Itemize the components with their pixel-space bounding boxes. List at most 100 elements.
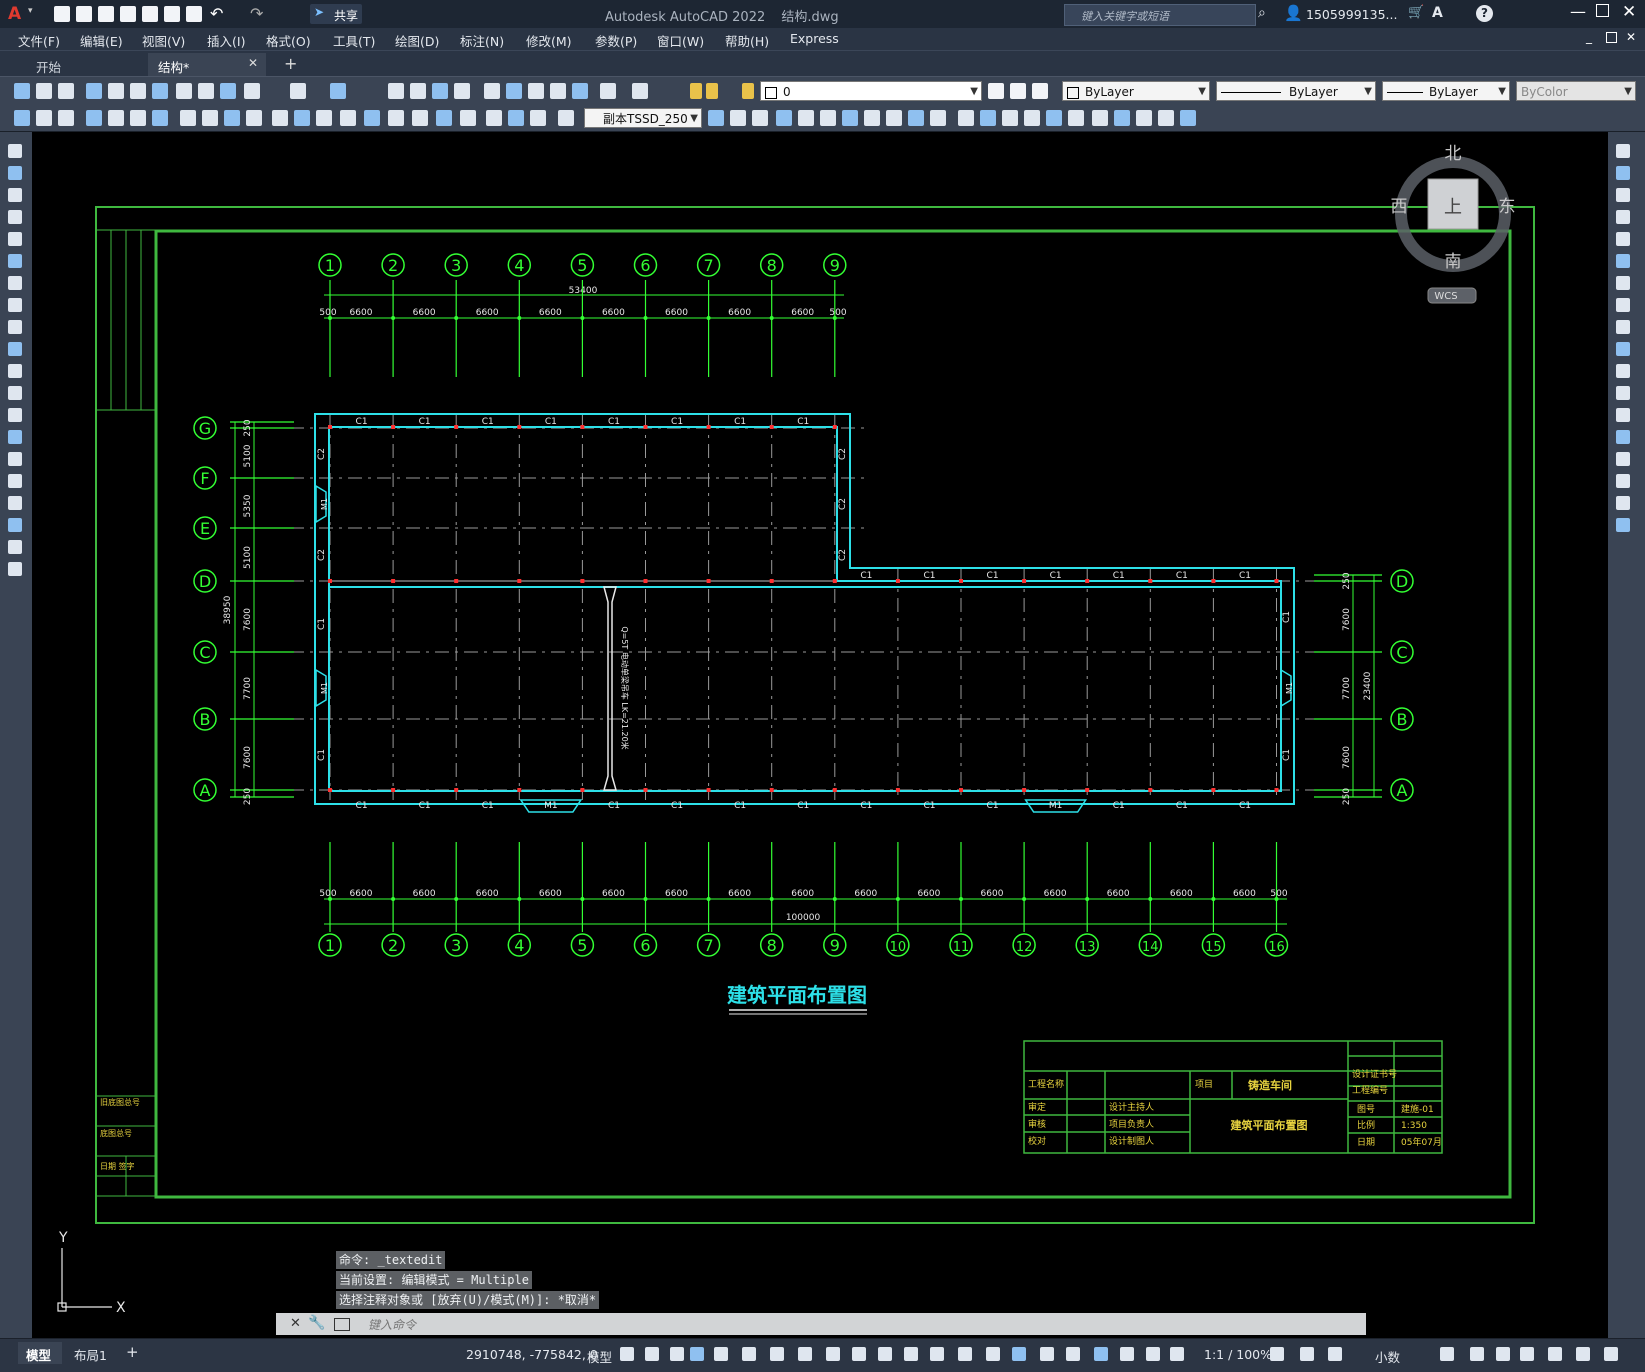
command-close-icon[interactable]: ✕ bbox=[290, 1316, 301, 1331]
plotstyle-dropdown[interactable]: ByColor ▼ bbox=[1516, 81, 1636, 101]
draw-tool-icon-7[interactable] bbox=[8, 276, 22, 290]
doc-restore-icon[interactable] bbox=[1606, 32, 1617, 43]
draw-tool-icon-9[interactable] bbox=[8, 320, 22, 334]
viewcube-east[interactable]: 东 bbox=[1499, 197, 1516, 217]
dimension-tool-icon-2[interactable] bbox=[36, 110, 52, 126]
menu-dimension[interactable]: 标注(N) bbox=[460, 31, 504, 50]
status-toggle-icon-24[interactable] bbox=[1300, 1347, 1314, 1361]
draw-tool-icon-4[interactable] bbox=[8, 210, 22, 224]
command-line[interactable]: ✕ 🔧 键入命令 bbox=[276, 1313, 1366, 1335]
modify-tool-icon-6[interactable] bbox=[1616, 254, 1630, 268]
minimize-icon[interactable]: — bbox=[1570, 2, 1586, 21]
dimension-tool-icon-3[interactable] bbox=[58, 110, 74, 126]
cart-icon[interactable]: 🛒 bbox=[1408, 5, 1424, 20]
status-toggle-icon-5[interactable] bbox=[714, 1347, 728, 1361]
standard-tool-icon-3[interactable] bbox=[58, 83, 74, 99]
user-name[interactable]: 1505999135... bbox=[1306, 7, 1397, 22]
status-toggle-icon-30[interactable] bbox=[1548, 1347, 1562, 1361]
modify-tool-icon-18[interactable] bbox=[1616, 518, 1630, 532]
standard-tool-icon-20[interactable] bbox=[528, 83, 544, 99]
status-toggle-icon-17[interactable] bbox=[1040, 1347, 1054, 1361]
dimension-tool-icon-11[interactable] bbox=[246, 110, 262, 126]
status-toggle-icon-9[interactable] bbox=[826, 1347, 840, 1361]
modify-tool-icon-12[interactable] bbox=[1616, 386, 1630, 400]
dimension-tool-icon-34[interactable] bbox=[908, 110, 924, 126]
dimension-tool-icon-15[interactable] bbox=[340, 110, 356, 126]
modify-tool-icon-3[interactable] bbox=[1616, 188, 1630, 202]
status-toggle-icon-2[interactable] bbox=[645, 1347, 659, 1361]
save-icon[interactable] bbox=[98, 6, 114, 22]
menu-insert[interactable]: 插入(I) bbox=[207, 31, 245, 50]
dimension-tool-icon-22[interactable] bbox=[508, 110, 524, 126]
menu-edit[interactable]: 编辑(E) bbox=[80, 31, 123, 50]
dimension-tool-icon-19[interactable] bbox=[436, 110, 452, 126]
undo-icon[interactable]: ↶ bbox=[210, 6, 226, 22]
dimension-tool-icon-21[interactable] bbox=[486, 110, 502, 126]
draw-tool-icon-8[interactable] bbox=[8, 298, 22, 312]
standard-tool-icon-9[interactable] bbox=[198, 83, 214, 99]
dimension-tool-icon-44[interactable] bbox=[1136, 110, 1152, 126]
save-web-icon[interactable] bbox=[164, 6, 180, 22]
layer-sun-icon[interactable] bbox=[706, 83, 718, 99]
viewcube-north[interactable]: 北 bbox=[1445, 144, 1462, 164]
status-toggle-icon-15[interactable] bbox=[986, 1347, 1000, 1361]
dimension-tool-icon-37[interactable] bbox=[980, 110, 996, 126]
tab-close-icon[interactable]: ✕ bbox=[248, 56, 258, 70]
open-file-icon[interactable] bbox=[76, 6, 92, 22]
dimension-tool-icon-32[interactable] bbox=[864, 110, 880, 126]
standard-tool-icon-12[interactable] bbox=[290, 83, 306, 99]
modify-tool-icon-14[interactable] bbox=[1616, 430, 1630, 444]
standard-tool-icon-24[interactable] bbox=[632, 83, 648, 99]
draw-tool-icon-2[interactable] bbox=[8, 166, 22, 180]
modify-tool-icon-7[interactable] bbox=[1616, 276, 1630, 290]
redo-icon[interactable]: ↷ bbox=[250, 6, 266, 22]
status-toggle-icon-32[interactable] bbox=[1604, 1347, 1618, 1361]
standard-tool-icon-21[interactable] bbox=[550, 83, 566, 99]
dimension-tool-icon-38[interactable] bbox=[1002, 110, 1018, 126]
modify-tool-icon-9[interactable] bbox=[1616, 320, 1630, 334]
model-space-toggle[interactable]: 模型 bbox=[587, 1347, 612, 1366]
menu-format[interactable]: 格式(O) bbox=[266, 31, 311, 50]
menu-express[interactable]: Express bbox=[790, 31, 839, 46]
draw-tool-icon-11[interactable] bbox=[8, 364, 22, 378]
autodesk-a-icon[interactable]: A bbox=[1432, 5, 1443, 21]
layer-dropdown[interactable]: 0 ▼ bbox=[760, 81, 982, 101]
layer-lock-icon[interactable] bbox=[742, 83, 754, 99]
add-layout-icon[interactable]: + bbox=[126, 1343, 139, 1361]
standard-tool-icon-23[interactable] bbox=[600, 83, 616, 99]
status-toggle-icon-28[interactable] bbox=[1496, 1347, 1510, 1361]
dimension-tool-icon-25[interactable] bbox=[708, 110, 724, 126]
standard-tool-icon-7[interactable] bbox=[152, 83, 168, 99]
status-toggle-icon-16[interactable] bbox=[1012, 1347, 1026, 1361]
standard-tool-icon-18[interactable] bbox=[484, 83, 500, 99]
search-box[interactable]: 键入关键字或短语 bbox=[1064, 4, 1256, 26]
dimension-tool-icon-45[interactable] bbox=[1158, 110, 1174, 126]
draw-tool-icon-13[interactable] bbox=[8, 408, 22, 422]
draw-tool-icon-3[interactable] bbox=[8, 188, 22, 202]
status-toggle-icon-29[interactable] bbox=[1520, 1347, 1534, 1361]
draw-tool-icon-15[interactable] bbox=[8, 452, 22, 466]
menu-parametric[interactable]: 参数(P) bbox=[595, 31, 637, 50]
plot-icon[interactable] bbox=[186, 6, 202, 22]
dimension-tool-icon-36[interactable] bbox=[958, 110, 974, 126]
status-toggle-icon-18[interactable] bbox=[1066, 1347, 1080, 1361]
status-toggle-icon-10[interactable] bbox=[852, 1347, 866, 1361]
standard-tool-icon-11[interactable] bbox=[244, 83, 260, 99]
new-file-icon[interactable] bbox=[54, 6, 70, 22]
dimension-tool-icon-27[interactable] bbox=[752, 110, 768, 126]
status-toggle-icon-27[interactable] bbox=[1470, 1347, 1484, 1361]
layer-bulb-icon[interactable] bbox=[690, 83, 702, 99]
dimension-tool-icon-12[interactable] bbox=[272, 110, 288, 126]
status-toggle-icon-14[interactable] bbox=[958, 1347, 972, 1361]
textstyle-dropdown[interactable]: 副本TSSD_250 ▼ bbox=[584, 108, 702, 128]
viewcube[interactable]: 上 北 南 东 西 WCS bbox=[1391, 144, 1516, 304]
dimension-tool-icon-20[interactable] bbox=[460, 110, 476, 126]
menu-file[interactable]: 文件(F) bbox=[18, 31, 60, 50]
tab-start[interactable]: 开始 bbox=[16, 53, 146, 75]
modify-tool-icon-10[interactable] bbox=[1616, 342, 1630, 356]
dimension-tool-icon-7[interactable] bbox=[152, 110, 168, 126]
new-tab-icon[interactable]: + bbox=[284, 54, 297, 73]
draw-tool-icon-19[interactable] bbox=[8, 540, 22, 554]
status-toggle-icon-19[interactable] bbox=[1094, 1347, 1108, 1361]
modify-tool-icon-1[interactable] bbox=[1616, 144, 1630, 158]
